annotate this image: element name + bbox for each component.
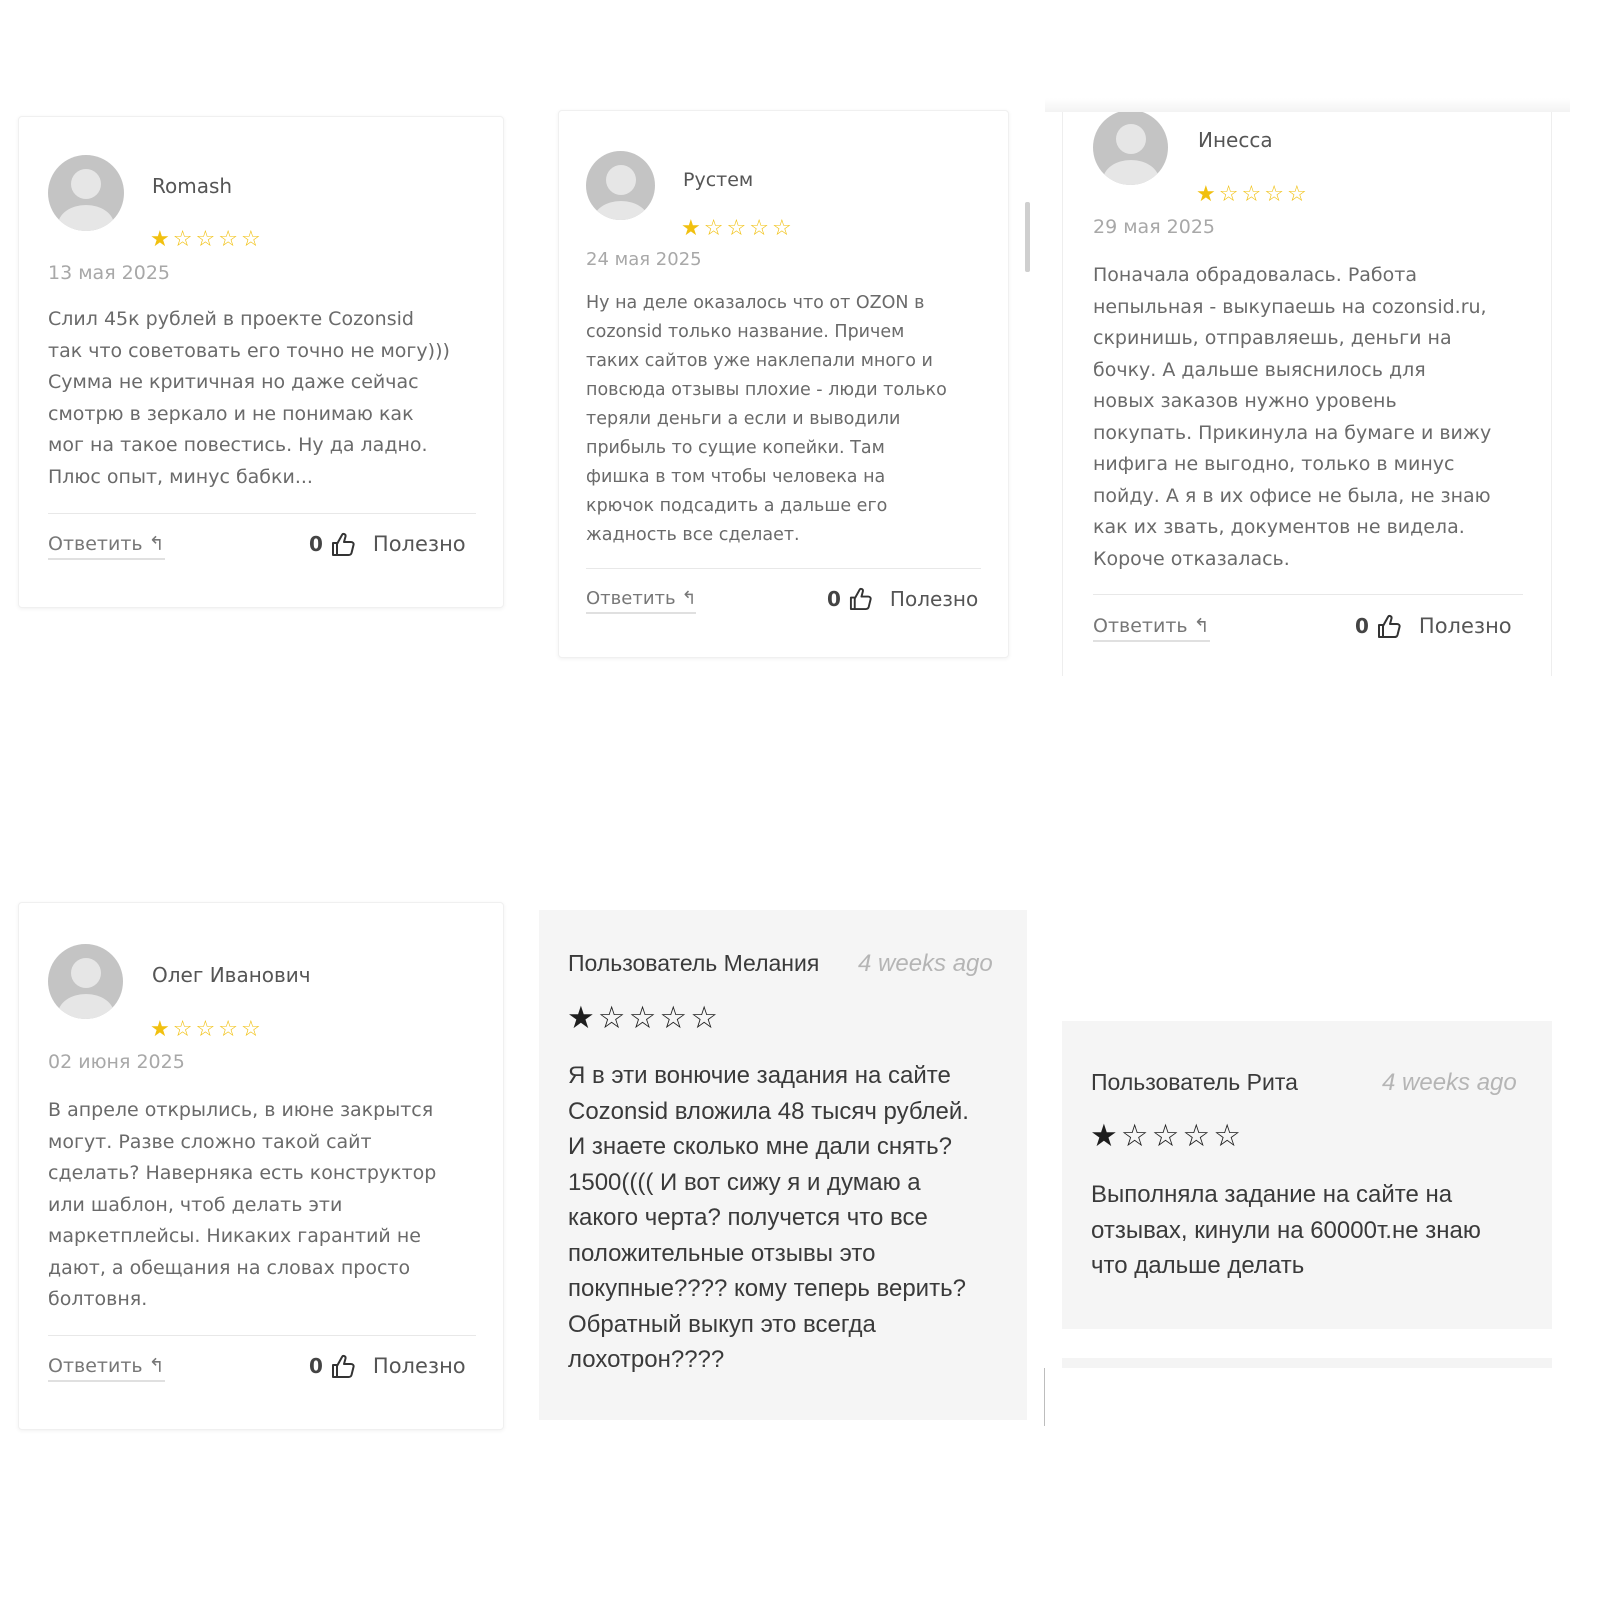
star-empty-icon: ☆ [240,227,261,252]
rating-stars: ★☆☆☆☆ [567,1003,721,1034]
review-text: Поначала обрадовалась. Работа непыльная … [1093,264,1492,570]
star-filled-icon: ★ [1196,182,1216,207]
review-text: Ну на деле оказалось что от OZON в cozon… [586,293,947,545]
star-empty-icon: ☆ [1286,182,1307,207]
divider [1093,594,1523,595]
vote-count: 0 [309,532,323,556]
review-date: 24 мая 2025 [586,249,702,270]
time-ago: 4 weeks ago [1382,1069,1517,1096]
user-review-card: Пользователь Рита 4 weeks ago ★☆☆☆☆ Выпо… [1062,1021,1552,1329]
reply-button[interactable]: Ответить ↰ [586,588,697,614]
star-empty-icon: ☆ [628,1000,657,1036]
vote-count: 0 [827,586,841,611]
star-filled-icon: ★ [567,1000,595,1036]
helpful-vote[interactable]: 0 Полезно [827,586,978,611]
vote-count: 0 [1355,614,1369,638]
star-empty-icon: ☆ [659,1000,688,1036]
review-card: Олег Иванович ★ ☆ ☆ ☆ ☆ 02 июня 2025 В апрел… [18,902,504,1430]
star-empty-icon: ☆ [1151,1118,1180,1154]
user-name: Пользователь Мелания [568,950,820,976]
review-text: Я в эти вонючие задания на сайте Cozonsi… [568,1062,969,1373]
avatar [1093,110,1168,185]
rating-stars: ★☆☆☆☆ [150,1019,264,1041]
thumbs-up-icon[interactable] [1377,613,1401,639]
rating-stars: ★☆☆☆☆ [150,229,264,251]
helpful-vote[interactable]: 0 Полезно [309,531,466,557]
review-card: Инесса ★ ☆ ☆ ☆ ☆ 29 мая 2025 Поначала обрадо… [1062,108,1552,676]
card-edge [1062,1358,1552,1368]
useful-label: Полезно [1418,614,1512,638]
star-empty-icon: ☆ [240,1017,261,1042]
divider [48,513,476,514]
star-filled-icon: ★ [150,227,170,252]
review-card: Romash ★ ☆ ☆ ☆ ☆ 13 мая 2025 Слил 45к рублей… [18,116,504,608]
reply-button[interactable]: Ответить ↰ [48,1355,165,1382]
star-empty-icon: ☆ [218,1017,238,1042]
review-text: Выполняла задание на сайте на отзывах, к… [1091,1181,1481,1279]
rating-stars: ★☆☆☆☆ [1090,1121,1244,1152]
star-empty-icon: ☆ [703,216,724,241]
helpful-vote[interactable]: 0 Полезно [1355,613,1512,639]
divider [586,568,981,569]
user-name: Пользователь Рита [1091,1069,1298,1095]
helpful-vote[interactable]: 0 Полезно [309,1353,466,1379]
rating-stars: ★☆☆☆☆ [1196,184,1310,206]
time-ago: 4 weeks ago [858,950,993,977]
review-date: 29 мая 2025 [1093,216,1216,238]
useful-label: Полезно [372,532,466,556]
star-empty-icon: ☆ [1120,1118,1149,1154]
thumbs-up-icon[interactable] [331,531,355,557]
useful-label: Полезно [372,1354,466,1378]
thumbs-up-icon[interactable] [331,1353,355,1379]
review-date: 13 мая 2025 [48,262,171,284]
star-empty-icon: ☆ [1241,182,1262,207]
star-empty-icon: ☆ [597,1000,626,1036]
divider [48,1335,476,1336]
star-empty-icon: ☆ [1218,182,1239,207]
star-empty-icon: ☆ [690,1000,718,1036]
top-fade [1045,98,1570,112]
star-filled-icon: ★ [150,1017,170,1042]
user-review-card: Пользователь Мелания 4 weeks ago ★☆☆☆☆ Я… [539,910,1027,1420]
divider [1044,1368,1045,1426]
avatar [586,151,655,220]
useful-label: Полезно [889,586,979,611]
reviewer-name: Romash [152,174,233,198]
reply-button[interactable]: Ответить ↰ [48,533,165,560]
reviewer-name: Олег Иванович [152,963,311,987]
star-empty-icon: ☆ [1182,1118,1211,1154]
review-date: 02 июня 2025 [48,1051,185,1073]
star-empty-icon: ☆ [195,1017,216,1042]
review-card: Рустем ★ ☆ ☆ ☆ ☆ 24 мая 2025 Ну на деле оказ… [558,110,1009,658]
star-empty-icon: ☆ [1264,182,1284,207]
thumbs-up-icon[interactable] [849,586,872,611]
reply-button[interactable]: Ответить ↰ [1093,615,1210,642]
star-empty-icon: ☆ [172,227,193,252]
star-empty-icon: ☆ [771,216,792,241]
star-empty-icon: ☆ [749,216,769,241]
reviewer-name: Инесса [1198,128,1273,152]
star-empty-icon: ☆ [195,227,216,252]
reviewer-name: Рустем [683,169,754,191]
star-empty-icon: ☆ [1213,1118,1241,1154]
review-text: В апреле открылись, в июне закрытся могу… [48,1099,437,1310]
scrollbar-thumb[interactable] [1025,202,1030,272]
review-text: Слил 45к рублей в проекте Cozonsid так ч… [48,308,450,488]
star-empty-icon: ☆ [172,1017,193,1042]
avatar [48,944,123,1019]
star-filled-icon: ★ [1090,1118,1118,1154]
vote-count: 0 [309,1354,323,1378]
avatar [48,155,124,231]
rating-stars: ★☆☆☆☆ [681,218,795,240]
star-filled-icon: ★ [681,216,701,241]
star-empty-icon: ☆ [726,216,747,241]
star-empty-icon: ☆ [218,227,238,252]
